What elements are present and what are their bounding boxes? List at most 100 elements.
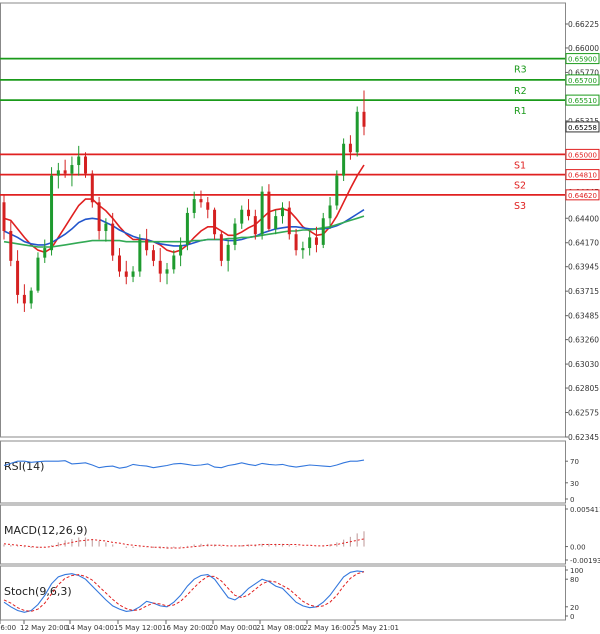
indicator-level-label: -0.001935: [570, 557, 600, 565]
candle-body: [335, 175, 339, 206]
price-tick-label: 0.63715: [568, 287, 599, 296]
level-price-label-s2: 0.64810: [568, 172, 597, 180]
candle-body: [355, 111, 359, 153]
candle-body: [16, 260, 20, 295]
indicator-level-label: 100: [570, 567, 583, 575]
price-tick-label: 0.62575: [568, 409, 599, 418]
price-tick-label: 0.66000: [568, 44, 599, 53]
candle-body: [29, 290, 33, 304]
candle-body: [233, 223, 237, 245]
candle-body: [97, 202, 101, 232]
candle-body: [287, 207, 291, 235]
candle-body: [77, 156, 81, 166]
candle-body: [219, 234, 223, 261]
candle-body: [226, 244, 230, 261]
price-tick-label: 0.63945: [568, 263, 599, 272]
candle-body: [90, 173, 94, 203]
candle-body: [314, 237, 318, 245]
level-name-s3: S3: [514, 201, 526, 212]
indicator-level-label: 0: [570, 496, 574, 504]
indicator-level-label: 70: [570, 458, 579, 466]
candle-body: [70, 165, 74, 174]
candle-body: [165, 269, 169, 274]
level-price-label-r3: 0.65900: [568, 56, 597, 64]
candle-body: [104, 223, 108, 232]
candle-body: [22, 294, 26, 304]
candle-body: [348, 143, 352, 153]
price-tick-label: 0.62345: [568, 433, 599, 442]
candle-body: [84, 156, 88, 174]
candle-body: [111, 223, 115, 256]
time-tick-label: 16 May 20:00: [162, 624, 210, 632]
time-tick-label: 21 May 08:00: [256, 624, 304, 632]
level-name-s1: S1: [514, 160, 526, 171]
price-tick-label: 0.62805: [568, 384, 599, 393]
price-tick-label: 0.64170: [568, 239, 599, 248]
candle-body: [63, 170, 67, 174]
candle-body: [172, 255, 176, 270]
candle-body: [50, 175, 54, 251]
level-price-label-r2: 0.65700: [568, 77, 597, 85]
candle-body: [328, 205, 332, 219]
time-tick-label: 12 May 20:00: [20, 624, 68, 632]
level-price-label-s3: 0.64620: [568, 192, 597, 200]
candle-body: [138, 239, 142, 272]
price-tick-label: 0.64400: [568, 214, 599, 223]
time-tick-label: 14 May 04:00: [66, 624, 114, 632]
level-name-r3: R3: [514, 65, 527, 76]
price-tick-label: 0.63260: [568, 336, 599, 345]
candle-body: [43, 248, 47, 258]
candle-body: [294, 234, 298, 251]
candle-body: [240, 209, 244, 224]
candle-body: [117, 255, 121, 272]
candle-body: [260, 191, 264, 235]
candle-body: [280, 207, 284, 217]
indicator-level-label: 20: [570, 604, 579, 612]
level-name-s2: S2: [514, 181, 526, 192]
candle-body: [185, 212, 189, 245]
candle-body: [158, 260, 162, 274]
candle-body: [151, 250, 155, 261]
candle-body: [362, 111, 366, 127]
candle-body: [192, 199, 196, 213]
candle-body: [131, 271, 135, 277]
indicator-level-label: 30: [570, 480, 579, 488]
candle-body: [213, 209, 217, 235]
price-tick-label: 0.66225: [568, 20, 599, 29]
candle-body: [321, 218, 325, 245]
level-price-label-s1: 0.65000: [568, 151, 597, 159]
time-tick-label: 16:00: [0, 624, 16, 632]
level-name-r1: R1: [514, 106, 527, 117]
indicator-level-label: 0.005411: [570, 506, 600, 514]
candle-body: [253, 216, 257, 235]
time-tick-label: 25 May 21:01: [351, 624, 399, 632]
candle-body: [206, 202, 210, 210]
indicator-name-label: Stoch(9,6,3): [4, 585, 72, 598]
candle-body: [2, 202, 6, 232]
candle-body: [301, 248, 305, 251]
time-tick-label: 22 May 16:00: [303, 624, 351, 632]
candle-body: [179, 244, 183, 256]
indicator-level-label: 0: [570, 613, 574, 621]
candle-body: [145, 239, 149, 251]
candle-body: [56, 170, 60, 176]
time-tick-label: 20 May 00:00: [209, 624, 257, 632]
indicator-name-label: MACD(12,26,9): [4, 524, 88, 537]
candle-body: [342, 143, 346, 176]
indicator-level-label: 0.00: [570, 544, 586, 552]
price-tick-label: 0.63485: [568, 312, 599, 321]
candle-body: [36, 257, 40, 291]
candle-body: [274, 216, 278, 229]
chart-root: 0.662250.660000.657700.653150.646450.644…: [0, 0, 600, 634]
indicator-level-label: 80: [570, 576, 579, 584]
candle-body: [124, 271, 128, 277]
level-name-r2: R2: [514, 86, 527, 97]
level-price-label-r1: 0.65510: [568, 97, 597, 105]
last-price-label: 0.65258: [568, 124, 597, 132]
candle-body: [199, 199, 203, 203]
candle-body: [267, 191, 271, 229]
candle-body: [308, 237, 312, 249]
candle-body: [247, 209, 251, 217]
time-tick-label: 15 May 12:00: [114, 624, 162, 632]
candle-body: [9, 231, 13, 261]
